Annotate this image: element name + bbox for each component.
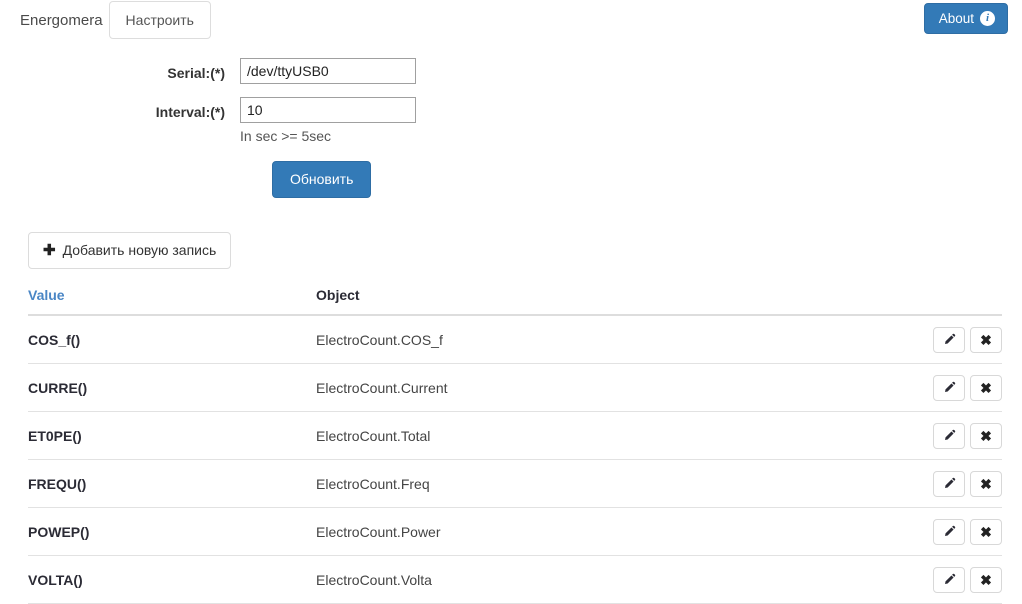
cell-object: ElectroCount.Volta bbox=[316, 555, 882, 604]
close-x-icon: ✖ bbox=[980, 331, 992, 348]
edit-row-button[interactable] bbox=[933, 374, 965, 401]
records-section: ✚ Добавить новую запись Value Object COS… bbox=[0, 232, 1022, 604]
edit-row-button[interactable] bbox=[933, 326, 965, 353]
cell-actions: ✖ bbox=[882, 459, 1002, 508]
cell-object: ElectroCount.COS_f bbox=[316, 315, 882, 364]
tab-nastroit[interactable]: Настроить bbox=[108, 1, 211, 39]
edit-row-button[interactable] bbox=[933, 566, 965, 593]
cell-object: ElectroCount.Total bbox=[316, 411, 882, 460]
pencil-icon bbox=[944, 381, 955, 392]
table-row: CURRE() ElectroCount.Current ✖ bbox=[28, 363, 1002, 412]
cell-object: ElectroCount.Power bbox=[316, 507, 882, 556]
about-button-label: About bbox=[938, 11, 974, 26]
close-x-icon: ✖ bbox=[980, 571, 992, 588]
column-header-actions bbox=[882, 287, 1002, 316]
nav-tabs: Настроить bbox=[108, 1, 211, 39]
form-row-serial: Serial:(*) bbox=[0, 58, 1022, 84]
cell-value: POWEP() bbox=[28, 507, 316, 556]
about-button[interactable]: About i bbox=[923, 3, 1008, 34]
delete-row-button[interactable]: ✖ bbox=[970, 470, 1002, 497]
cell-object: ElectroCount.Freq bbox=[316, 459, 882, 508]
info-circle-icon: i bbox=[980, 11, 995, 26]
delete-row-button[interactable]: ✖ bbox=[970, 374, 1002, 401]
form-row-interval: Interval:(*) In sec >= 5sec bbox=[0, 97, 1022, 144]
close-x-icon: ✖ bbox=[980, 427, 992, 444]
pencil-icon bbox=[944, 477, 955, 488]
pencil-icon bbox=[944, 525, 955, 536]
cell-actions: ✖ bbox=[882, 411, 1002, 460]
column-header-object[interactable]: Object bbox=[316, 287, 882, 316]
interval-label: Interval:(*) bbox=[155, 104, 225, 120]
cell-actions: ✖ bbox=[882, 315, 1002, 364]
records-table: Value Object COS_f() ElectroCount.COS_f ✖ C… bbox=[28, 287, 1002, 604]
submit-spacer bbox=[0, 161, 272, 198]
serial-label: Serial:(*) bbox=[167, 65, 225, 81]
table-row: ET0PE() ElectroCount.Total ✖ bbox=[28, 411, 1002, 460]
table-row: POWEP() ElectroCount.Power ✖ bbox=[28, 507, 1002, 556]
add-new-record-button[interactable]: ✚ Добавить новую запись bbox=[28, 232, 232, 269]
brand-title: Energomera bbox=[20, 11, 103, 29]
column-header-value[interactable]: Value bbox=[28, 287, 316, 316]
cell-actions: ✖ bbox=[882, 507, 1002, 556]
delete-row-button[interactable]: ✖ bbox=[970, 422, 1002, 449]
cell-value: ET0PE() bbox=[28, 411, 316, 460]
plus-icon: ✚ bbox=[43, 241, 56, 259]
delete-row-button[interactable]: ✖ bbox=[970, 326, 1002, 353]
cell-object: ElectroCount.Current bbox=[316, 363, 882, 412]
serial-input[interactable] bbox=[240, 58, 416, 84]
delete-row-button[interactable]: ✖ bbox=[970, 566, 1002, 593]
table-row: VOLTA() ElectroCount.Volta ✖ bbox=[28, 555, 1002, 604]
add-new-record-label: Добавить новую запись bbox=[62, 242, 217, 258]
cell-value: FREQU() bbox=[28, 459, 316, 508]
cell-value: COS_f() bbox=[28, 315, 316, 364]
close-x-icon: ✖ bbox=[980, 523, 992, 540]
table-row: COS_f() ElectroCount.COS_f ✖ bbox=[28, 315, 1002, 364]
interval-input[interactable] bbox=[240, 97, 416, 123]
interval-field-wrap: In sec >= 5sec bbox=[240, 97, 420, 144]
edit-row-button[interactable] bbox=[933, 470, 965, 497]
serial-field-wrap bbox=[240, 58, 420, 84]
cell-value: CURRE() bbox=[28, 363, 316, 412]
records-table-head: Value Object bbox=[28, 287, 1002, 316]
table-row: FREQU() ElectroCount.Freq ✖ bbox=[28, 459, 1002, 508]
pencil-icon bbox=[944, 333, 955, 344]
pencil-icon bbox=[944, 573, 955, 584]
brand-row: Energomera Настроить bbox=[0, 0, 1022, 40]
pencil-icon bbox=[944, 429, 955, 440]
records-table-body: COS_f() ElectroCount.COS_f ✖ CURRE() Electro… bbox=[28, 315, 1002, 604]
close-x-icon: ✖ bbox=[980, 475, 992, 492]
settings-form: Serial:(*) Interval:(*) In sec >= 5sec О… bbox=[0, 40, 1022, 198]
edit-row-button[interactable] bbox=[933, 422, 965, 449]
cell-value: VOLTA() bbox=[28, 555, 316, 604]
close-x-icon: ✖ bbox=[980, 379, 992, 396]
records-table-header-row: Value Object bbox=[28, 287, 1002, 316]
edit-row-button[interactable] bbox=[933, 518, 965, 545]
cell-actions: ✖ bbox=[882, 555, 1002, 604]
cell-actions: ✖ bbox=[882, 363, 1002, 412]
interval-help-text: In sec >= 5sec bbox=[240, 128, 332, 144]
top-navbar: Energomera Настроить About i bbox=[0, 0, 1022, 40]
delete-row-button[interactable]: ✖ bbox=[970, 518, 1002, 545]
update-button[interactable]: Обновить bbox=[272, 161, 372, 198]
form-submit-row: Обновить bbox=[0, 161, 1022, 198]
